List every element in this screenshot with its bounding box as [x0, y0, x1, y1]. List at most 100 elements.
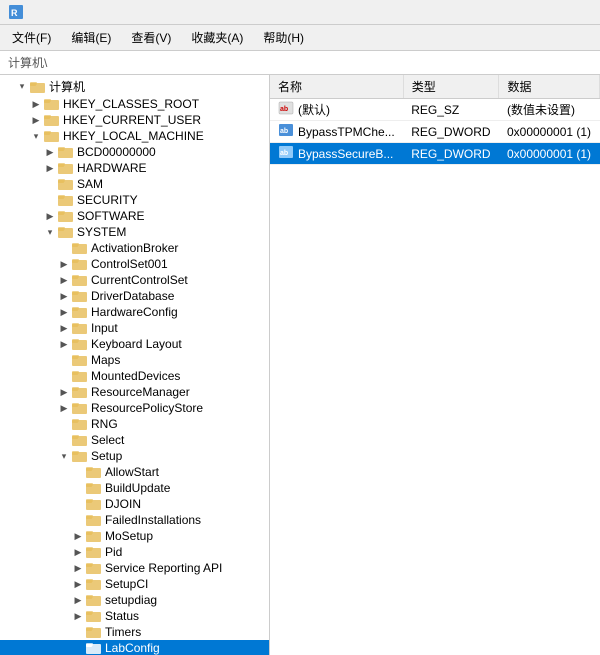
tree-node-select[interactable]: Select	[0, 432, 269, 448]
expander-classes-root[interactable]: ▶	[28, 99, 44, 110]
expander-bcd[interactable]: ▶	[42, 147, 58, 158]
tree-node-bcd[interactable]: ▶ BCD00000000	[0, 144, 269, 160]
expander-setup[interactable]: ▾	[56, 451, 72, 462]
tree-node-allowstart[interactable]: AllowStart	[0, 464, 269, 480]
menu-item-文件f[interactable]: 文件(F)	[8, 27, 55, 48]
folder-icon-timers	[86, 625, 102, 639]
expander-setupdiag[interactable]: ▶	[70, 595, 86, 606]
cell-type-1: REG_DWORD	[403, 121, 499, 143]
tree-node-currentcontrolset[interactable]: ▶ CurrentControlSet	[0, 272, 269, 288]
tree-label-software: SOFTWARE	[77, 209, 145, 223]
row-name-text-0: (默认)	[298, 101, 330, 118]
tree-node-setupci[interactable]: ▶ SetupCI	[0, 576, 269, 592]
tree-label-failedinstallations: FailedInstallations	[105, 513, 201, 527]
expander-mosetup[interactable]: ▶	[70, 531, 86, 542]
folder-icon-pid	[86, 545, 102, 559]
tree-node-mounteddevices[interactable]: MountedDevices	[0, 368, 269, 384]
tree-node-sam[interactable]: SAM	[0, 176, 269, 192]
tree-node-resourcepolicystore[interactable]: ▶ ResourcePolicyStore	[0, 400, 269, 416]
expander-service-reporting[interactable]: ▶	[70, 563, 86, 574]
tree-node-resourcemanager[interactable]: ▶ ResourceManager	[0, 384, 269, 400]
tree-node-activationbroker[interactable]: ActivationBroker	[0, 240, 269, 256]
expander-setupci[interactable]: ▶	[70, 579, 86, 590]
expander-resourcepolicystore[interactable]: ▶	[56, 403, 72, 414]
tree-node-djoin[interactable]: DJOIN	[0, 496, 269, 512]
tree-node-keyboard-layout[interactable]: ▶ Keyboard Layout	[0, 336, 269, 352]
expander-local-machine[interactable]: ▾	[28, 131, 44, 142]
tree-label-bcd: BCD00000000	[77, 145, 156, 159]
folder-icon-rng	[72, 417, 88, 431]
folder-icon-classes-root	[44, 97, 60, 111]
tree-node-hardwareconfig[interactable]: ▶ HardwareConfig	[0, 304, 269, 320]
col-type: 类型	[403, 75, 499, 99]
tree-node-mosetup[interactable]: ▶ MoSetup	[0, 528, 269, 544]
tree-node-buildupdate[interactable]: BuildUpdate	[0, 480, 269, 496]
expander-pid[interactable]: ▶	[70, 547, 86, 558]
tree-node-labconfig[interactable]: LabConfig	[0, 640, 269, 655]
menu-item-帮助h[interactable]: 帮助(H)	[259, 27, 308, 48]
tree-node-pid[interactable]: ▶ Pid	[0, 544, 269, 560]
tree-node-service-reporting[interactable]: ▶ Service Reporting API	[0, 560, 269, 576]
expander-current-user[interactable]: ▶	[28, 115, 44, 126]
expander-currentcontrolset[interactable]: ▶	[56, 275, 72, 286]
tree-node-setupdiag[interactable]: ▶ setupdiag	[0, 592, 269, 608]
tree-label-setup: Setup	[91, 449, 122, 463]
tree-label-allowstart: AllowStart	[105, 465, 159, 479]
tree-node-maps[interactable]: Maps	[0, 352, 269, 368]
expander-computer[interactable]: ▾	[14, 81, 30, 92]
folder-icon-hardwareconfig	[72, 305, 88, 319]
expander-hardwareconfig[interactable]: ▶	[56, 307, 72, 318]
table-row[interactable]: ab BypassTPMChe...REG_DWORD0x00000001 (1…	[270, 121, 600, 143]
tree-node-rng[interactable]: RNG	[0, 416, 269, 432]
tree-node-setup[interactable]: ▾ Setup	[0, 448, 269, 464]
tree-node-security[interactable]: SECURITY	[0, 192, 269, 208]
folder-icon-bcd	[58, 145, 74, 159]
cell-name-0: ab (默认)	[270, 99, 403, 121]
cell-type-2: REG_DWORD	[403, 143, 499, 165]
tree-node-driverdatabase[interactable]: ▶ DriverDatabase	[0, 288, 269, 304]
folder-icon-system	[58, 225, 74, 239]
tree-node-current-user[interactable]: ▶ HKEY_CURRENT_USER	[0, 112, 269, 128]
menu-item-编辑e[interactable]: 编辑(E)	[67, 27, 115, 48]
cell-data-0: (数值未设置)	[499, 99, 600, 121]
folder-icon-allowstart	[86, 465, 102, 479]
expander-driverdatabase[interactable]: ▶	[56, 291, 72, 302]
tree-node-software[interactable]: ▶ SOFTWARE	[0, 208, 269, 224]
folder-icon-maps	[72, 353, 88, 367]
tree-node-hardware[interactable]: ▶ HARDWARE	[0, 160, 269, 176]
tree-node-controlset001[interactable]: ▶ ControlSet001	[0, 256, 269, 272]
expander-input[interactable]: ▶	[56, 323, 72, 334]
tree-node-timers[interactable]: Timers	[0, 624, 269, 640]
expander-software[interactable]: ▶	[42, 211, 58, 222]
expander-resourcemanager[interactable]: ▶	[56, 387, 72, 398]
expander-keyboard-layout[interactable]: ▶	[56, 339, 72, 350]
folder-icon-setupci	[86, 577, 102, 591]
table-row[interactable]: ab (默认)REG_SZ(数值未设置)	[270, 99, 600, 121]
tree-node-failedinstallations[interactable]: FailedInstallations	[0, 512, 269, 528]
menu-item-收藏夹a[interactable]: 收藏夹(A)	[187, 27, 247, 48]
col-name: 名称	[270, 75, 403, 99]
expander-controlset001[interactable]: ▶	[56, 259, 72, 270]
folder-icon-security	[58, 193, 74, 207]
tree-node-input[interactable]: ▶ Input	[0, 320, 269, 336]
cell-type-0: REG_SZ	[403, 99, 499, 121]
tree-node-status[interactable]: ▶ Status	[0, 608, 269, 624]
tree-node-local-machine[interactable]: ▾ HKEY_LOCAL_MACHINE	[0, 128, 269, 144]
tree-label-mosetup: MoSetup	[105, 529, 153, 543]
expander-hardware[interactable]: ▶	[42, 163, 58, 174]
folder-icon-activationbroker	[72, 241, 88, 255]
folder-icon-buildupdate	[86, 481, 102, 495]
tree-node-system[interactable]: ▾ SYSTEM	[0, 224, 269, 240]
expander-system[interactable]: ▾	[42, 227, 58, 238]
tree-node-computer[interactable]: ▾ 计算机	[0, 77, 269, 96]
tree-label-status: Status	[105, 609, 139, 623]
expander-status[interactable]: ▶	[70, 611, 86, 622]
folder-icon-driverdatabase	[72, 289, 88, 303]
tree-node-classes-root[interactable]: ▶ HKEY_CLASSES_ROOT	[0, 96, 269, 112]
menu-item-查看v[interactable]: 查看(V)	[127, 27, 175, 48]
table-row[interactable]: ab BypassSecureB...REG_DWORD0x00000001 (…	[270, 143, 600, 165]
tree-label-service-reporting: Service Reporting API	[105, 561, 222, 575]
tree-panel[interactable]: ▾ 计算机▶ HKEY_CLASSES_ROOT▶ HKEY_CURRENT_U…	[0, 75, 270, 655]
address-bar: 计算机\	[0, 51, 600, 75]
cell-name-1: ab BypassTPMChe...	[270, 121, 403, 143]
